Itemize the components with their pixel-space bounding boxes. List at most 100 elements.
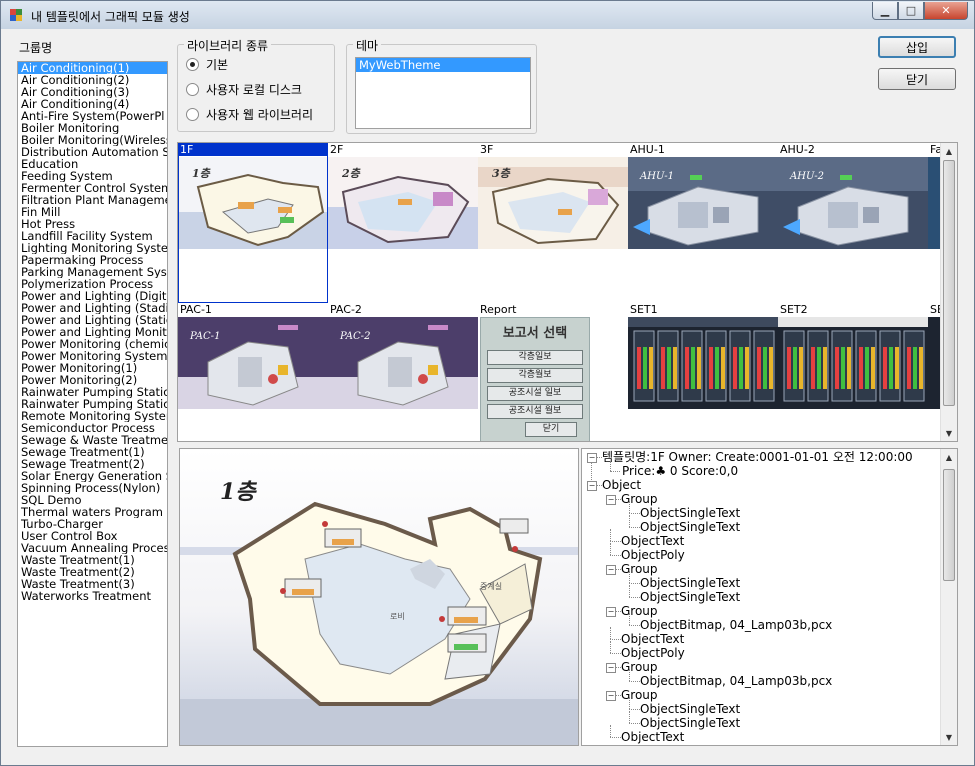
- group-list-item[interactable]: User Control Box: [18, 530, 167, 542]
- group-list-item[interactable]: Spinning Process(Nylon): [18, 482, 167, 494]
- gallery-scrollbar[interactable]: ▲ ▼: [940, 143, 957, 441]
- group-list-item[interactable]: Boiler Monitoring: [18, 122, 167, 134]
- group-list-item[interactable]: Fermenter Control System: [18, 182, 167, 194]
- group-list-item[interactable]: Power and Lighting (Statio: [18, 314, 167, 326]
- tree-connector: [610, 461, 611, 471]
- tree-connector: [610, 641, 611, 653]
- group-list-item[interactable]: Rainwater Pumping Statio: [18, 386, 167, 398]
- scroll-thumb[interactable]: [943, 160, 955, 406]
- group-list-item[interactable]: Papermaking Process: [18, 254, 167, 266]
- thumbnail-report[interactable]: Report 보고서 선택 각층일보 각층월보 공조시설 일보 공조시설 월보 닫기: [478, 303, 628, 441]
- title-bar[interactable]: 내 템플릿에서 그래픽 모듈 생성 ▁ □ ✕: [1, 1, 974, 29]
- group-list-item[interactable]: Polymerization Process: [18, 278, 167, 290]
- template-gallery[interactable]: 1F 1층 2F 2층 3F 3층 AHU-1 AHU-1 AHU-2 AHU-…: [177, 142, 958, 442]
- group-list-item[interactable]: Semiconductor Process: [18, 422, 167, 434]
- group-list-item[interactable]: Waste Treatment(3): [18, 578, 167, 590]
- group-list-item[interactable]: Power Monitoring (chemic: [18, 338, 167, 350]
- group-list-item[interactable]: Power Monitoring System: [18, 350, 167, 362]
- thumbnail-set2[interactable]: SET2: [778, 303, 928, 441]
- scroll-up-arrow-icon[interactable]: ▲: [941, 143, 957, 159]
- group-list-item[interactable]: Air Conditioning(1): [18, 62, 167, 74]
- thumbnail-pac-2[interactable]: PAC-2 PAC-2: [328, 303, 478, 441]
- tree-connector: [629, 711, 630, 723]
- thumbnail-caption: SET1: [630, 303, 658, 316]
- group-list-item[interactable]: Waterworks Treatment: [18, 590, 167, 602]
- thumbnail-ahu-1[interactable]: AHU-1 AHU-1: [628, 143, 778, 303]
- thumbnail-1f[interactable]: 1F 1층: [178, 143, 328, 303]
- group-list-item[interactable]: Power and Lighting (Stadiu: [18, 302, 167, 314]
- tree-connector: [629, 571, 630, 583]
- collapse-toggle[interactable]: −: [587, 453, 597, 463]
- thumbnail-image: AHU-2: [778, 157, 928, 249]
- scroll-down-arrow-icon[interactable]: ▼: [941, 729, 957, 745]
- group-list-item[interactable]: Waste Treatment(1): [18, 554, 167, 566]
- radio-library-web[interactable]: 사용자 웹 라이브러리: [186, 106, 313, 123]
- report-menu-button: 공조시설 월보: [487, 404, 583, 419]
- group-list-item[interactable]: SQL Demo: [18, 494, 167, 506]
- group-list-item[interactable]: Filtration Plant Manageme: [18, 194, 167, 206]
- group-list-item[interactable]: Lighting Monitoring Syster: [18, 242, 167, 254]
- close-window-button[interactable]: ✕: [924, 2, 968, 20]
- group-list-item[interactable]: Feeding System: [18, 170, 167, 182]
- group-list-item[interactable]: Sewage Treatment(1): [18, 446, 167, 458]
- scroll-down-arrow-icon[interactable]: ▼: [941, 425, 957, 441]
- tree-scrollbar[interactable]: ▲ ▼: [940, 449, 957, 745]
- group-list-item[interactable]: Air Conditioning(4): [18, 98, 167, 110]
- thumbnail-set1[interactable]: SET1: [628, 303, 778, 441]
- expand-toggle[interactable]: −: [606, 565, 616, 575]
- group-listbox[interactable]: Air Conditioning(1) Air Conditioning(2) Ai…: [17, 61, 168, 747]
- scroll-thumb[interactable]: [943, 469, 955, 581]
- radio-library-basic[interactable]: 기본: [186, 56, 228, 73]
- theme-item[interactable]: MyWebTheme: [356, 58, 530, 72]
- group-list-item[interactable]: Air Conditioning(3): [18, 86, 167, 98]
- group-list-item[interactable]: Solar Energy Generation S: [18, 470, 167, 482]
- object-tree[interactable]: ▲ ▼ − 템플릿명:1F Owner: Create:0001-01-01 오전…: [581, 448, 958, 746]
- tree-node-objectsingletext: ObjectSingleText: [640, 716, 741, 730]
- group-list-item[interactable]: Landfill Facility System: [18, 230, 167, 242]
- group-list-item[interactable]: Turbo-Charger: [18, 518, 167, 530]
- group-list-item[interactable]: Anti-Fire System(PowerPl: [18, 110, 167, 122]
- group-list-item[interactable]: Waste Treatment(2): [18, 566, 167, 578]
- group-list-item[interactable]: Remote Monitoring Syster: [18, 410, 167, 422]
- group-list-item[interactable]: Vacuum Annealing Proces: [18, 542, 167, 554]
- group-list-item[interactable]: Thermal waters Program: [18, 506, 167, 518]
- thumbnail-pac-1[interactable]: PAC-1 PAC-1: [178, 303, 328, 441]
- thumbnail-2f[interactable]: 2F 2층: [328, 143, 478, 303]
- tree-node-objectsingletext: ObjectSingleText: [640, 520, 741, 534]
- group-list-item[interactable]: Power Monitoring(1): [18, 362, 167, 374]
- close-button[interactable]: 닫기: [878, 68, 956, 90]
- group-list-item[interactable]: Boiler Monitoring(Wireless: [18, 134, 167, 146]
- group-list-item[interactable]: Air Conditioning(2): [18, 74, 167, 86]
- group-list-item[interactable]: Distribution Automation Sy: [18, 146, 167, 158]
- theme-label: 테마: [353, 37, 382, 54]
- group-list-item[interactable]: Rainwater Pumping Statio: [18, 398, 167, 410]
- group-list-item[interactable]: Hot Press: [18, 218, 167, 230]
- group-list-item[interactable]: Parking Management Sys: [18, 266, 167, 278]
- expand-toggle[interactable]: −: [606, 663, 616, 673]
- insert-button[interactable]: 삽입: [878, 36, 956, 58]
- tree-node-objectbitmap-04-lamp03b-pcx: ObjectBitmap, 04_Lamp03b,pcx: [640, 618, 833, 632]
- minimize-button[interactable]: ▁: [872, 2, 898, 20]
- scroll-up-arrow-icon[interactable]: ▲: [941, 449, 957, 465]
- group-list-item[interactable]: Sewage & Waste Treatme: [18, 434, 167, 446]
- radio-library-local-disk[interactable]: 사용자 로컬 디스크: [186, 81, 302, 98]
- theme-listbox[interactable]: MyWebTheme: [355, 57, 531, 129]
- group-list-item[interactable]: Power Monitoring(2): [18, 374, 167, 386]
- thumbnail-image: 3층: [478, 157, 628, 249]
- group-list-item[interactable]: Fin Mill: [18, 206, 167, 218]
- expand-toggle[interactable]: −: [606, 691, 616, 701]
- expand-toggle[interactable]: −: [587, 481, 597, 491]
- group-list-item[interactable]: Sewage Treatment(2): [18, 458, 167, 470]
- expand-toggle[interactable]: −: [606, 607, 616, 617]
- group-list-item[interactable]: Power and Lighting (Digita: [18, 290, 167, 302]
- group-list-item[interactable]: Education: [18, 158, 167, 170]
- thumbnail-ahu-2[interactable]: AHU-2 AHU-2: [778, 143, 928, 303]
- maximize-button[interactable]: □: [898, 2, 924, 20]
- preview-room-lobby: 로비: [390, 612, 405, 621]
- radio-label: 사용자 로컬 디스크: [206, 83, 302, 97]
- thumbnail-3f[interactable]: 3F 3층: [478, 143, 628, 303]
- report-menu-button: 각층일보: [487, 350, 583, 365]
- expand-toggle[interactable]: −: [606, 495, 616, 505]
- group-list-item[interactable]: Power and Lighting Monito: [18, 326, 167, 338]
- thumbnail-caption: 2F: [330, 143, 344, 156]
